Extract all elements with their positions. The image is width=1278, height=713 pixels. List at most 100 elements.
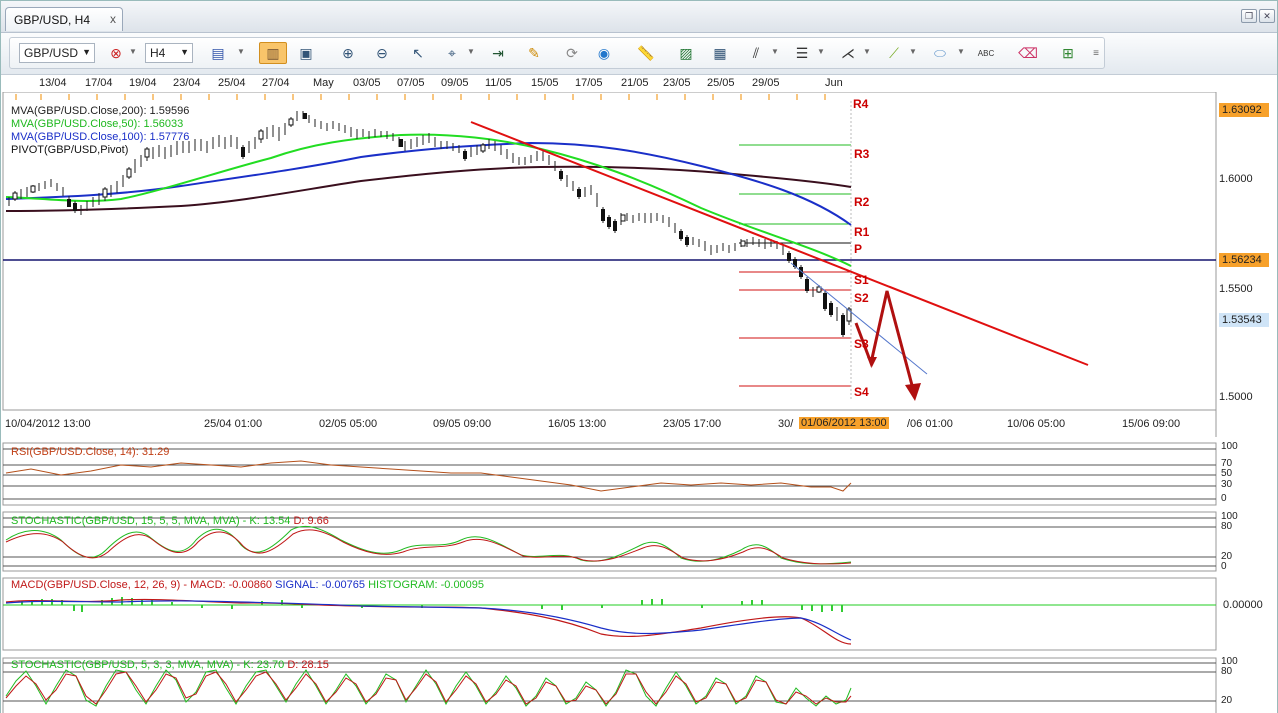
rsi-legend: RSI(GBP/USD.Close, 14): 31.29	[11, 446, 170, 458]
text-label-icon[interactable]: ABC	[975, 42, 997, 64]
title-bar: GBP/USD, H4 x ❐ ✕	[1, 1, 1277, 33]
top-date-label: 19/04	[129, 77, 157, 89]
top-date-label: Jun	[825, 77, 843, 89]
image-icon[interactable]: ▨	[675, 42, 697, 64]
stoch2-legend-title: STOCHASTIC(GBP/USD, 5, 3, 3, MVA, MVA) -	[11, 659, 241, 671]
price-tag-high: 1.63092	[1219, 103, 1269, 117]
top-date-label: 25/04	[218, 77, 246, 89]
chevron-down-icon[interactable]: ▼	[237, 47, 245, 56]
stochastic-panel-1[interactable]: STOCHASTIC(GBP/USD, 15, 5, 5, MVA, MVA) …	[1, 510, 1277, 573]
time-label: /06 01:00	[907, 418, 953, 430]
chevron-down-icon[interactable]: ▼	[957, 47, 965, 56]
legend-ma200: MVA(GBP/USD.Close,200): 1.59596	[11, 105, 190, 117]
price-tag-line: 1.56234	[1219, 253, 1269, 267]
legend-ma100: MVA(GBP/USD.Close,100): 1.57776	[11, 131, 190, 143]
chevron-down-icon: ▼	[180, 47, 189, 57]
cursor-icon[interactable]: ↖	[407, 42, 429, 64]
top-date-label: 29/05	[752, 77, 780, 89]
hlines-icon[interactable]: ☰	[791, 42, 813, 64]
template-icon[interactable]: ▦	[709, 42, 731, 64]
stoch1-level: 80	[1221, 521, 1233, 532]
close-window-icon[interactable]: ✕	[1259, 9, 1275, 23]
scroll-end-icon[interactable]: ⇥	[487, 42, 509, 64]
macd-panel[interactable]: MACD(GBP/USD.Close, 12, 26, 9) - MACD: -…	[1, 576, 1277, 652]
top-date-label: 03/05	[353, 77, 381, 89]
pivot-r3-label: R3	[854, 147, 870, 161]
candlestick-icon[interactable]: ▥	[259, 42, 287, 64]
rsi-panel[interactable]: RSI(GBP/USD.Close, 14): 31.29 100 70 50 …	[1, 441, 1277, 507]
pivot-s1-label: S1	[854, 273, 869, 287]
macd-legend-hist: HISTOGRAM: -0.00095	[368, 579, 485, 591]
chevron-down-icon[interactable]: ▼	[467, 47, 475, 56]
macd-legend-value: MACD: -0.00860	[190, 579, 273, 591]
top-date-label: 25/05	[707, 77, 735, 89]
rsi-level: 100	[1221, 441, 1238, 452]
zoom-out-icon[interactable]: ⊖	[371, 42, 393, 64]
edit-icon[interactable]: ✎	[523, 42, 545, 64]
crosshair-icon[interactable]: ⌖	[441, 42, 463, 64]
pivot-r2-label: R2	[854, 195, 870, 209]
pivot-r1-label: R1	[854, 225, 870, 239]
top-date-label: 23/05	[663, 77, 691, 89]
close-tab-icon[interactable]: x	[110, 12, 116, 26]
top-date-label: 17/04	[85, 77, 113, 89]
rsi-level: 30	[1221, 479, 1233, 490]
chart-tab[interactable]: GBP/USD, H4 x	[5, 7, 123, 31]
macd-legend: MACD(GBP/USD.Close, 12, 26, 9) - MACD: -…	[11, 579, 484, 591]
remove-symbol-icon[interactable]: ⊗	[105, 42, 127, 64]
legend-ma50: MVA(GBP/USD.Close,50): 1.56033	[11, 118, 184, 130]
time-label: 10/06 05:00	[1007, 418, 1066, 430]
stoch1-legend: STOCHASTIC(GBP/USD, 15, 5, 5, MVA, MVA) …	[11, 515, 329, 527]
chevron-down-icon[interactable]: ▼	[909, 47, 917, 56]
symbol-select[interactable]: GBP/USD ▼	[19, 43, 95, 63]
refresh-icon[interactable]: ⟳	[561, 42, 583, 64]
chevron-down-icon[interactable]: ▼	[771, 47, 779, 56]
symbol-value: GBP/USD	[24, 46, 79, 60]
pitchfork-icon[interactable]: ⋌	[837, 42, 859, 64]
trendline-icon[interactable]: ⟋	[883, 42, 905, 64]
fibonacci-icon[interactable]: ⫽	[745, 42, 767, 64]
globe-icon[interactable]: ◉	[593, 42, 615, 64]
top-date-label: 11/05	[485, 77, 512, 89]
top-date-label: May	[313, 77, 334, 89]
time-label: 09/05 09:00	[433, 418, 492, 430]
timeframe-value: H4	[150, 46, 166, 60]
stoch1-level: 0	[1221, 561, 1227, 572]
restore-icon[interactable]: ❐	[1241, 9, 1257, 23]
pivot-r4-label: R4	[853, 97, 869, 111]
chart-type-icon[interactable]: ▤	[207, 42, 229, 64]
objects-tree-icon[interactable]: ⊞	[1057, 42, 1079, 64]
top-date-label: 23/04	[173, 77, 201, 89]
chevron-down-icon[interactable]: ▼	[863, 47, 871, 56]
ruler-icon[interactable]: 📏	[635, 42, 657, 64]
time-label: 10/04/2012 13:00	[5, 418, 91, 430]
top-date-label: 17/05	[575, 77, 603, 89]
zoom-in-icon[interactable]: ⊕	[337, 42, 359, 64]
rsi-chart[interactable]	[1, 441, 1277, 507]
timeframe-select[interactable]: H4 ▼	[145, 43, 193, 63]
legend-pivot: PIVOT(GBP/USD,Pivot)	[11, 144, 129, 156]
time-label: 02/05 05:00	[319, 418, 378, 430]
stochastic-panel-2[interactable]: STOCHASTIC(GBP/USD, 5, 3, 3, MVA, MVA) -…	[1, 656, 1277, 713]
price-chart[interactable]	[1, 92, 1277, 437]
time-label: 23/05 17:00	[663, 418, 722, 430]
rsi-level: 0	[1221, 493, 1227, 504]
indicator-panel-icon[interactable]: ▣	[295, 42, 317, 64]
price-tag-last: 1.53543	[1219, 313, 1269, 327]
price-panel[interactable]: MVA(GBP/USD.Close,200): 1.59596 MVA(GBP/…	[1, 92, 1277, 437]
stoch2-level: 20	[1221, 695, 1233, 706]
stoch2-level: 80	[1221, 666, 1233, 677]
macd-legend-title: MACD(GBP/USD.Close, 12, 26, 9) -	[11, 579, 188, 591]
toolbar-more-icon[interactable]: ≡	[1085, 42, 1107, 64]
pivot-s4-label: S4	[854, 385, 869, 399]
price-tick: 1.5000	[1219, 391, 1253, 403]
pivot-s2-label: S2	[854, 291, 869, 305]
chevron-down-icon[interactable]: ▼	[817, 47, 825, 56]
top-date-label: 27/04	[262, 77, 290, 89]
eraser-icon[interactable]: ⌫	[1017, 42, 1039, 64]
macd-legend-signal: SIGNAL: -0.00765	[275, 579, 366, 591]
time-label: 30/	[778, 418, 794, 430]
rsi-level: 50	[1221, 468, 1233, 479]
ellipse-icon[interactable]: ⬭	[929, 42, 951, 64]
chevron-down-icon[interactable]: ▼	[129, 47, 137, 56]
